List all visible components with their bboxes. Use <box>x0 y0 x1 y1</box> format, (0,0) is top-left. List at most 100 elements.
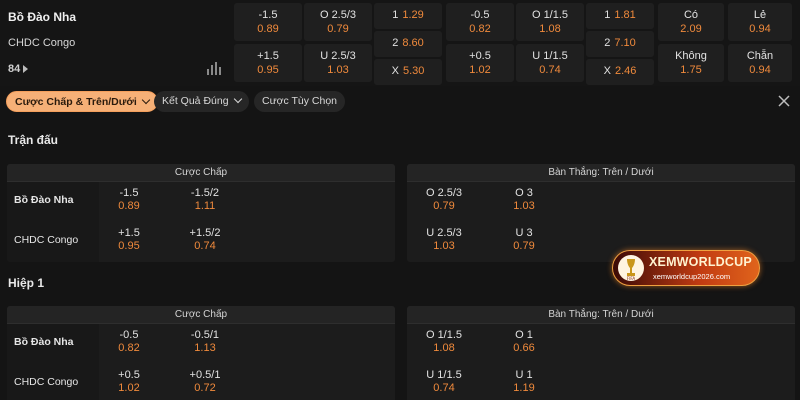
odds-value: 0.82 <box>469 23 491 35</box>
handicap-panel-first-half: Cược Chấp Bồ Đào Nha -0.5 0.82 -0.5/1 1.… <box>7 306 395 400</box>
odds-cell-over-h1[interactable]: O 1/1.5 1.08 <box>516 3 584 41</box>
odds-value: 0.72 <box>194 382 216 394</box>
handicap-panel-full-match: Cược Chấp Bồ Đào Nha -1.5 0.89 -1.5/2 1.… <box>7 164 395 262</box>
odds-line: X <box>603 65 611 77</box>
odds-button[interactable]: U 1 1.19 <box>499 369 549 395</box>
watermark-title: XEMWORLDCUP <box>649 255 752 269</box>
odds-value: 0.89 <box>257 23 279 35</box>
odds-cell-handicap-h1-home[interactable]: -0.5 0.82 <box>446 3 514 41</box>
odds-cell-1x2-home[interactable]: 1 1.29 <box>374 3 442 29</box>
table-row-home: Bồ Đào Nha -1.5 0.89 -1.5/2 1.11 <box>7 182 395 220</box>
odds-button[interactable]: -0.5 0.82 <box>104 329 154 355</box>
odds-line: +1.5/2 <box>189 227 221 239</box>
odds-button[interactable]: O 3 1.03 <box>499 187 549 213</box>
table-row-over: O 2.5/3 0.79 O 3 1.03 <box>407 182 795 220</box>
more-markets-button[interactable]: 84 <box>8 63 29 75</box>
odds-cell-odd[interactable]: Lẻ 0.94 <box>728 3 792 41</box>
odds-button[interactable]: -0.5/1 1.13 <box>180 329 230 355</box>
odds-line: 1 <box>604 9 611 21</box>
odds-cell-over[interactable]: O 2.5/3 0.79 <box>304 3 372 41</box>
odds-cell-handicap-away[interactable]: +1.5 0.95 <box>234 44 302 82</box>
table-row-away: CHDC Congo +1.5 0.95 +1.5/2 0.74 <box>7 222 395 260</box>
panel-header: Bàn Thắng: Trên / Dưới <box>407 164 795 182</box>
odds-button[interactable]: +0.5/1 0.72 <box>180 369 230 395</box>
table-row-over: O 1/1.5 1.08 O 1 0.66 <box>407 324 795 362</box>
fifa-text: FIFA <box>627 276 635 281</box>
odds-value: 0.94 <box>749 64 771 76</box>
odds-cell-1x2-h1-away[interactable]: 2 7.10 <box>586 31 654 57</box>
market-tabs: Cược Chấp & Trên/Dưới Kết Quả Đúng Cược … <box>0 88 800 116</box>
odds-value: 7.10 <box>614 37 636 49</box>
odds-button[interactable]: U 1/1.5 0.74 <box>419 369 469 395</box>
odds-line: +0.5/1 <box>189 369 221 381</box>
odds-line: O 1/1.5 <box>425 329 463 341</box>
odds-value: 1.08 <box>539 23 561 35</box>
trophy-logo-icon: FIFA <box>618 255 644 281</box>
odds-cell-btts-no[interactable]: Không 1.75 <box>658 44 724 82</box>
odds-value: 5.30 <box>402 65 425 77</box>
odds-cell-under-h1[interactable]: U 1/1.5 0.74 <box>516 44 584 82</box>
odds-line: +0.5 <box>469 50 491 62</box>
odds-line: -1.5 <box>119 187 139 199</box>
odds-value: 1.13 <box>194 342 216 354</box>
tab-handicap-ou[interactable]: Cược Chấp & Trên/Dưới <box>6 91 158 112</box>
odds-button[interactable]: U 2.5/3 1.03 <box>419 227 469 253</box>
odds-line: O 3 <box>515 187 533 199</box>
odds-value: 0.74 <box>194 240 216 252</box>
odds-value: 2.09 <box>680 23 702 35</box>
odds-line: O 1 <box>515 329 533 341</box>
close-icon[interactable] <box>777 94 791 108</box>
match-odds-header: Bồ Đào Nha CHDC Congo 84 -1.5 0.89 +1.5 … <box>0 0 800 86</box>
odds-button[interactable]: O 2.5/3 0.79 <box>419 187 469 213</box>
odds-cell-1x2-h1-draw[interactable]: X 2.46 <box>586 59 654 85</box>
odds-cell-1x2-away[interactable]: 2 8.60 <box>374 31 442 57</box>
panel-header: Cược Chấp <box>7 164 395 182</box>
odds-button[interactable]: O 1/1.5 1.08 <box>419 329 469 355</box>
odds-cell-handicap-h1-away[interactable]: +0.5 1.02 <box>446 44 514 82</box>
home-team-name: Bồ Đào Nha <box>8 10 77 24</box>
odds-line: Có <box>683 9 699 21</box>
odds-cell-even[interactable]: Chẵn 0.94 <box>728 44 792 82</box>
panel-header: Cược Chấp <box>7 306 395 324</box>
tab-correct-score[interactable]: Kết Quả Đúng <box>154 91 249 112</box>
odds-line: U 2.5/3 <box>320 50 356 62</box>
odds-line: X <box>391 65 399 77</box>
odds-line: +1.5 <box>257 50 279 62</box>
odds-value: 0.94 <box>749 23 771 35</box>
odds-value: 0.79 <box>433 200 455 212</box>
odds-cell-1x2-h1-home[interactable]: 1 1.81 <box>586 3 654 29</box>
row-team-name: CHDC Congo <box>14 376 79 388</box>
table-row-away: CHDC Congo +0.5 1.02 +0.5/1 0.72 <box>7 364 395 400</box>
ou-panel-full-match: Bàn Thắng: Trên / Dưới O 2.5/3 0.79 O 3 … <box>407 164 795 262</box>
odds-value: 1.02 <box>118 382 140 394</box>
odds-line: 1 <box>392 9 399 21</box>
odds-button[interactable]: +0.5 1.02 <box>104 369 154 395</box>
odds-button[interactable]: +1.5 0.95 <box>104 227 154 253</box>
odds-cell-btts-yes[interactable]: Có 2.09 <box>658 3 724 41</box>
odds-value: 1.03 <box>327 64 349 76</box>
odds-button[interactable]: O 1 0.66 <box>499 329 549 355</box>
odds-line: U 1 <box>515 369 533 381</box>
odds-value: 0.82 <box>118 342 140 354</box>
odds-value: 1.03 <box>513 200 535 212</box>
odds-button[interactable]: -1.5 0.89 <box>104 187 154 213</box>
odds-value: 0.79 <box>513 240 535 252</box>
odds-value: 1.11 <box>194 200 216 212</box>
odds-value: 2.46 <box>614 65 637 77</box>
odds-cell-handicap-home[interactable]: -1.5 0.89 <box>234 3 302 41</box>
odds-button[interactable]: U 3 0.79 <box>499 227 549 253</box>
watermark-url: xemworldcup2026.com <box>653 272 731 281</box>
odds-line: +1.5 <box>118 227 140 239</box>
tab-label: Kết Quả Đúng <box>162 95 229 107</box>
odds-button[interactable]: +1.5/2 0.74 <box>180 227 230 253</box>
chevron-down-icon <box>233 94 242 104</box>
row-team-name: CHDC Congo <box>14 234 79 246</box>
tab-custom-bet[interactable]: Cược Tùy Chọn <box>254 91 345 112</box>
odds-cell-under[interactable]: U 2.5/3 1.03 <box>304 44 372 82</box>
odds-button[interactable]: -1.5/2 1.11 <box>180 187 230 213</box>
odds-line: O 2.5/3 <box>319 9 357 21</box>
odds-cell-1x2-draw[interactable]: X 5.30 <box>374 59 442 85</box>
odds-value: 0.74 <box>539 64 561 76</box>
odds-line: -0.5 <box>119 329 139 341</box>
stats-bars-icon[interactable] <box>207 62 221 75</box>
